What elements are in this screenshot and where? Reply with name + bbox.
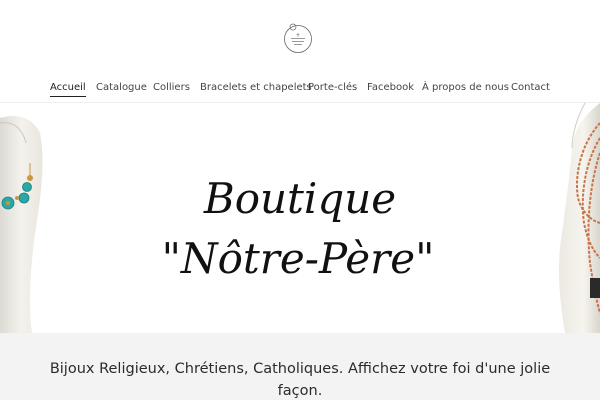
nav-item-colliers[interactable]: Colliers bbox=[153, 80, 190, 96]
nav-item-a-propos[interactable]: À propos de nous bbox=[422, 80, 509, 96]
hero-banner: Boutique "Nôtre-Père" bbox=[0, 103, 600, 333]
nav-item-bracelets-et-chapelets[interactable]: Bracelets et chapelets bbox=[200, 80, 312, 96]
boutique-logo-icon[interactable] bbox=[282, 22, 314, 54]
hero-title-line2: "Nôtre-Père" bbox=[162, 234, 435, 283]
nav-item-facebook[interactable]: Facebook bbox=[367, 80, 414, 96]
hero-illustration: Boutique "Nôtre-Père" bbox=[0, 103, 600, 333]
hero-title-line1: Boutique bbox=[203, 174, 396, 223]
site-header: Accueil Catalogue Colliers Bracelets et … bbox=[0, 0, 600, 103]
main-navigation: Accueil Catalogue Colliers Bracelets et … bbox=[0, 80, 600, 98]
nav-item-catalogue[interactable]: Catalogue bbox=[96, 80, 147, 96]
tagline-band: Bijoux Religieux, Chrétiens, Catholiques… bbox=[0, 333, 600, 400]
nav-item-accueil[interactable]: Accueil bbox=[50, 80, 86, 97]
nav-item-porte-cles[interactable]: Porte-clés bbox=[308, 80, 357, 96]
left-display-bust bbox=[0, 115, 43, 333]
tagline-text: Bijoux Religieux, Chrétiens, Catholiques… bbox=[49, 361, 551, 399]
right-display-bust bbox=[558, 103, 600, 333]
nav-item-contact[interactable]: Contact bbox=[511, 80, 550, 96]
